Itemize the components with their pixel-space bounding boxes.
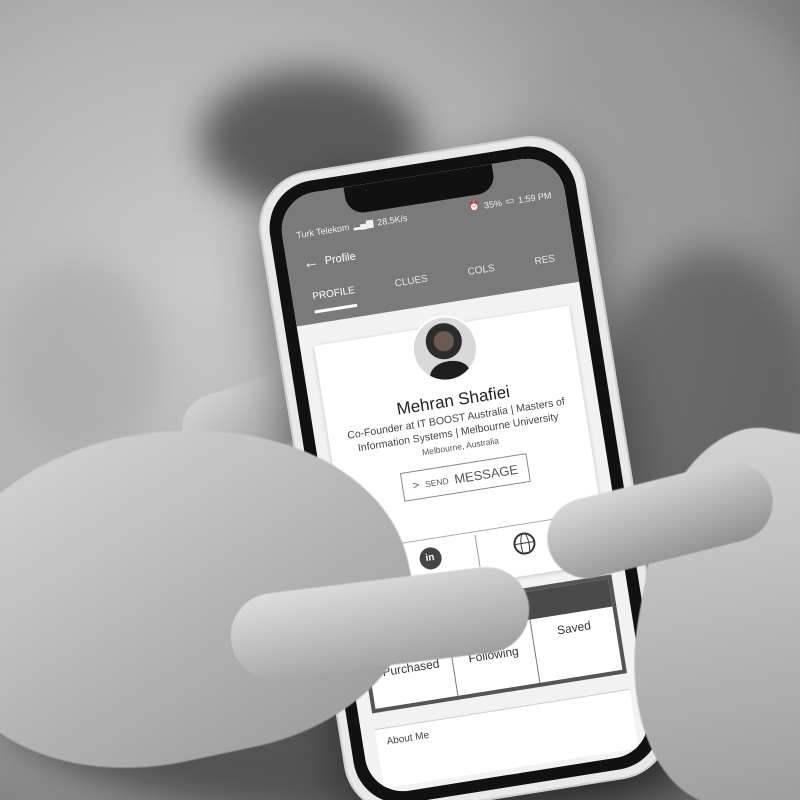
- chevron-right-icon: >: [411, 479, 421, 492]
- stat-label: Saved: [556, 618, 592, 638]
- about-me-title: About Me: [385, 729, 430, 748]
- stat-saved[interactable]: Saved: [531, 607, 623, 683]
- tab-clues[interactable]: CLUES: [394, 273, 430, 300]
- back-arrow-icon[interactable]: ←: [302, 253, 320, 272]
- network-speed: 28.5K/s: [376, 212, 409, 228]
- linkedin-icon[interactable]: in: [417, 545, 443, 571]
- send-message-button[interactable]: > SEND MESSAGE: [399, 453, 532, 503]
- send-message-label: MESSAGE: [453, 462, 520, 487]
- globe-icon[interactable]: [511, 530, 537, 556]
- title-row: ← Profile: [302, 249, 357, 272]
- avatar: [407, 310, 483, 387]
- tab-res[interactable]: RES: [534, 253, 558, 278]
- battery-icon: ▭: [504, 195, 515, 207]
- clock: 1:59 PM: [517, 189, 552, 205]
- tab-cols[interactable]: COLS: [467, 263, 497, 289]
- background-blur: [0, 260, 160, 460]
- carrier-name: Turk Telekom: [295, 221, 351, 240]
- send-message-prefix: SEND: [424, 475, 450, 490]
- page-title: Profile: [323, 250, 357, 268]
- signal-icon: ▂▄▆: [352, 217, 374, 231]
- alarm-icon: ⏰: [468, 200, 481, 213]
- divider: [473, 534, 480, 567]
- tab-profile[interactable]: PROFILE: [311, 285, 358, 314]
- battery-level: 35%: [483, 197, 503, 211]
